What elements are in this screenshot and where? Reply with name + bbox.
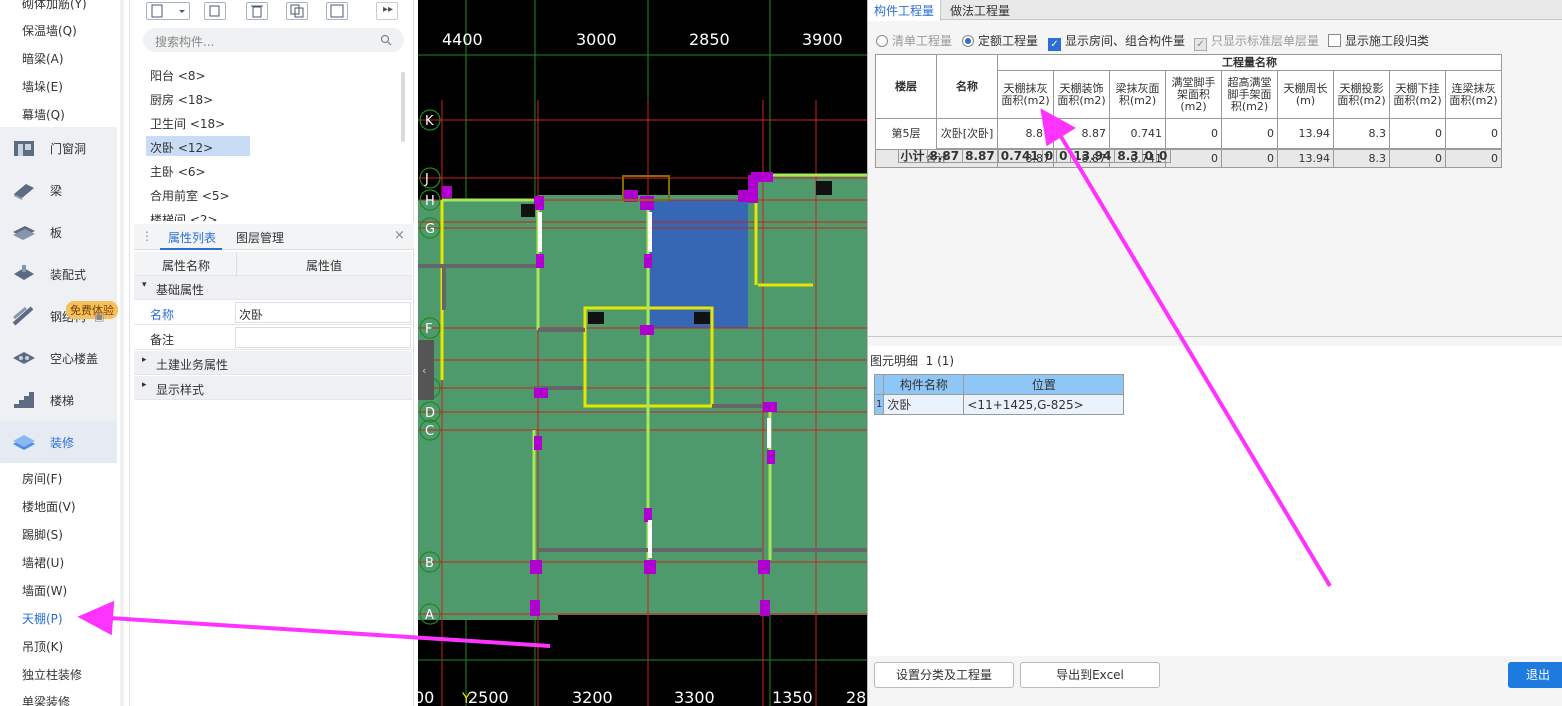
app-root: 砌体加筋(Y) 保温墙(Q) 暗梁(A) 墙垛(E) 幕墙(Q) 门窗洞 梁 板… bbox=[0, 0, 1562, 706]
annotation-overlay bbox=[77, 108, 1332, 648]
annotation-arrow-up bbox=[1040, 108, 1332, 588]
annotation-arrow-left bbox=[77, 600, 551, 648]
